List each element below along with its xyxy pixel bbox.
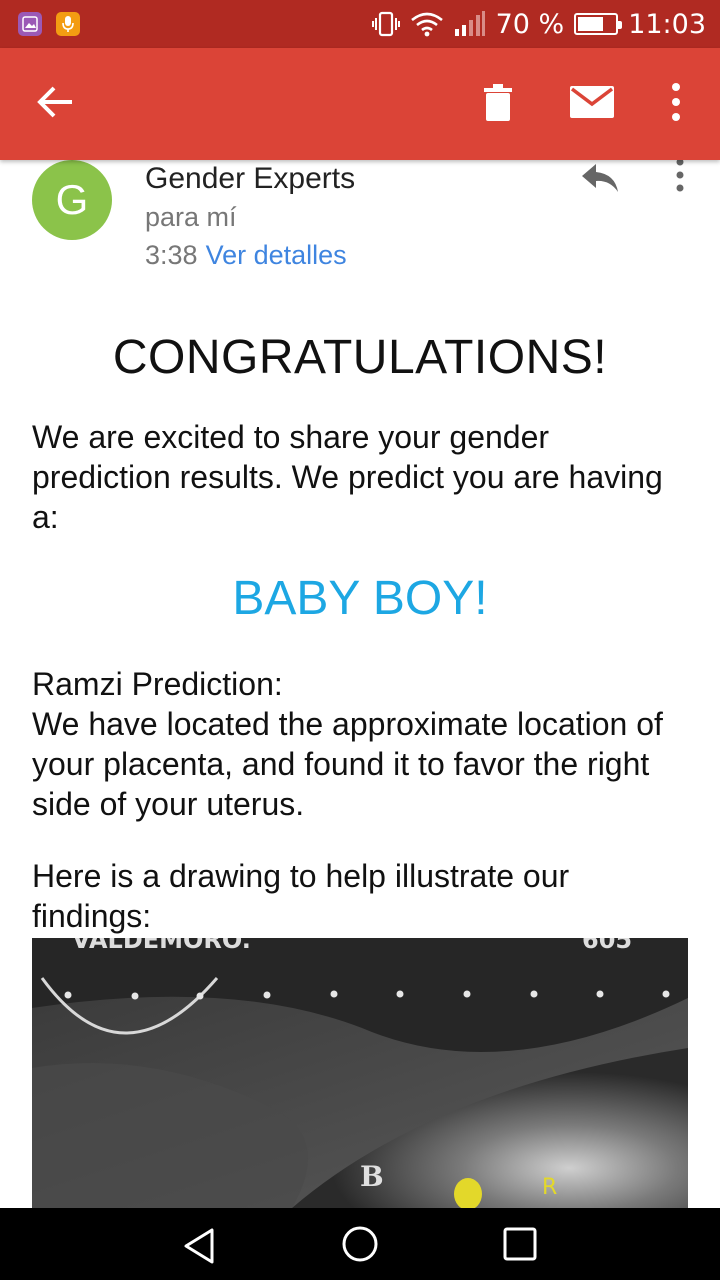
battery-fill: [578, 17, 604, 31]
sent-time: 3:38: [145, 240, 198, 270]
image-label-top-right: 605: [582, 938, 632, 954]
status-notifications: [18, 12, 80, 36]
image-marker-r: R: [542, 1175, 557, 1200]
status-bar: 70 % 11:03: [0, 0, 720, 48]
sender-avatar[interactable]: G: [32, 160, 112, 240]
sent-time-line: 3:38 Ver detalles: [145, 240, 347, 271]
navigation-bar: [0, 1208, 720, 1280]
gallery-notification-icon: [18, 12, 42, 36]
message-more-icon[interactable]: [666, 158, 694, 194]
trash-icon[interactable]: [476, 80, 520, 124]
image-label-top-left: VALDEMORO.: [72, 938, 251, 954]
email-body: CONGRATULATIONS! We are excited to share…: [32, 300, 688, 936]
sender-name[interactable]: Gender Experts: [145, 162, 355, 196]
ramzi-title: Ramzi Prediction:: [32, 666, 283, 702]
status-indicators: 70 % 11:03: [371, 8, 706, 40]
battery-percent: 70 %: [495, 8, 565, 40]
sender-header: G Gender Experts para mí 3:38 Ver detalle…: [0, 158, 720, 284]
image-marker-b: B: [360, 1160, 384, 1193]
drawing-intro: Here is a drawing to help illustrate our…: [32, 858, 570, 934]
prediction-result: BABY BOY!: [232, 572, 488, 625]
audio-notification-icon: [56, 12, 80, 36]
signal-icon: [454, 11, 485, 36]
ultrasound-image[interactable]: VALDEMORO. 605 B R: [32, 938, 688, 1208]
nav-home-icon[interactable]: [340, 1224, 380, 1264]
battery-icon: [574, 13, 623, 35]
congratulations-heading: CONGRATULATIONS!: [112, 331, 608, 384]
back-arrow-icon[interactable]: [34, 80, 78, 124]
app-bar: [0, 48, 720, 160]
mail-icon[interactable]: [568, 80, 616, 124]
nav-recent-icon[interactable]: [502, 1226, 538, 1262]
view-details-link[interactable]: Ver detalles: [206, 240, 347, 270]
ramzi-paragraph: We have located the approximate location…: [32, 706, 663, 822]
clock: 11:03: [628, 8, 706, 40]
more-vert-icon[interactable]: [662, 80, 690, 124]
wifi-icon: [410, 12, 443, 37]
intro-paragraph: We are excited to share your gender pred…: [32, 419, 663, 535]
vibrate-icon: [371, 11, 400, 37]
reply-icon[interactable]: [578, 160, 622, 196]
nav-back-icon[interactable]: [180, 1226, 220, 1266]
recipient-line: para mí: [145, 202, 237, 232]
ultrasound-graphic: VALDEMORO. 605 B R: [32, 938, 688, 1208]
